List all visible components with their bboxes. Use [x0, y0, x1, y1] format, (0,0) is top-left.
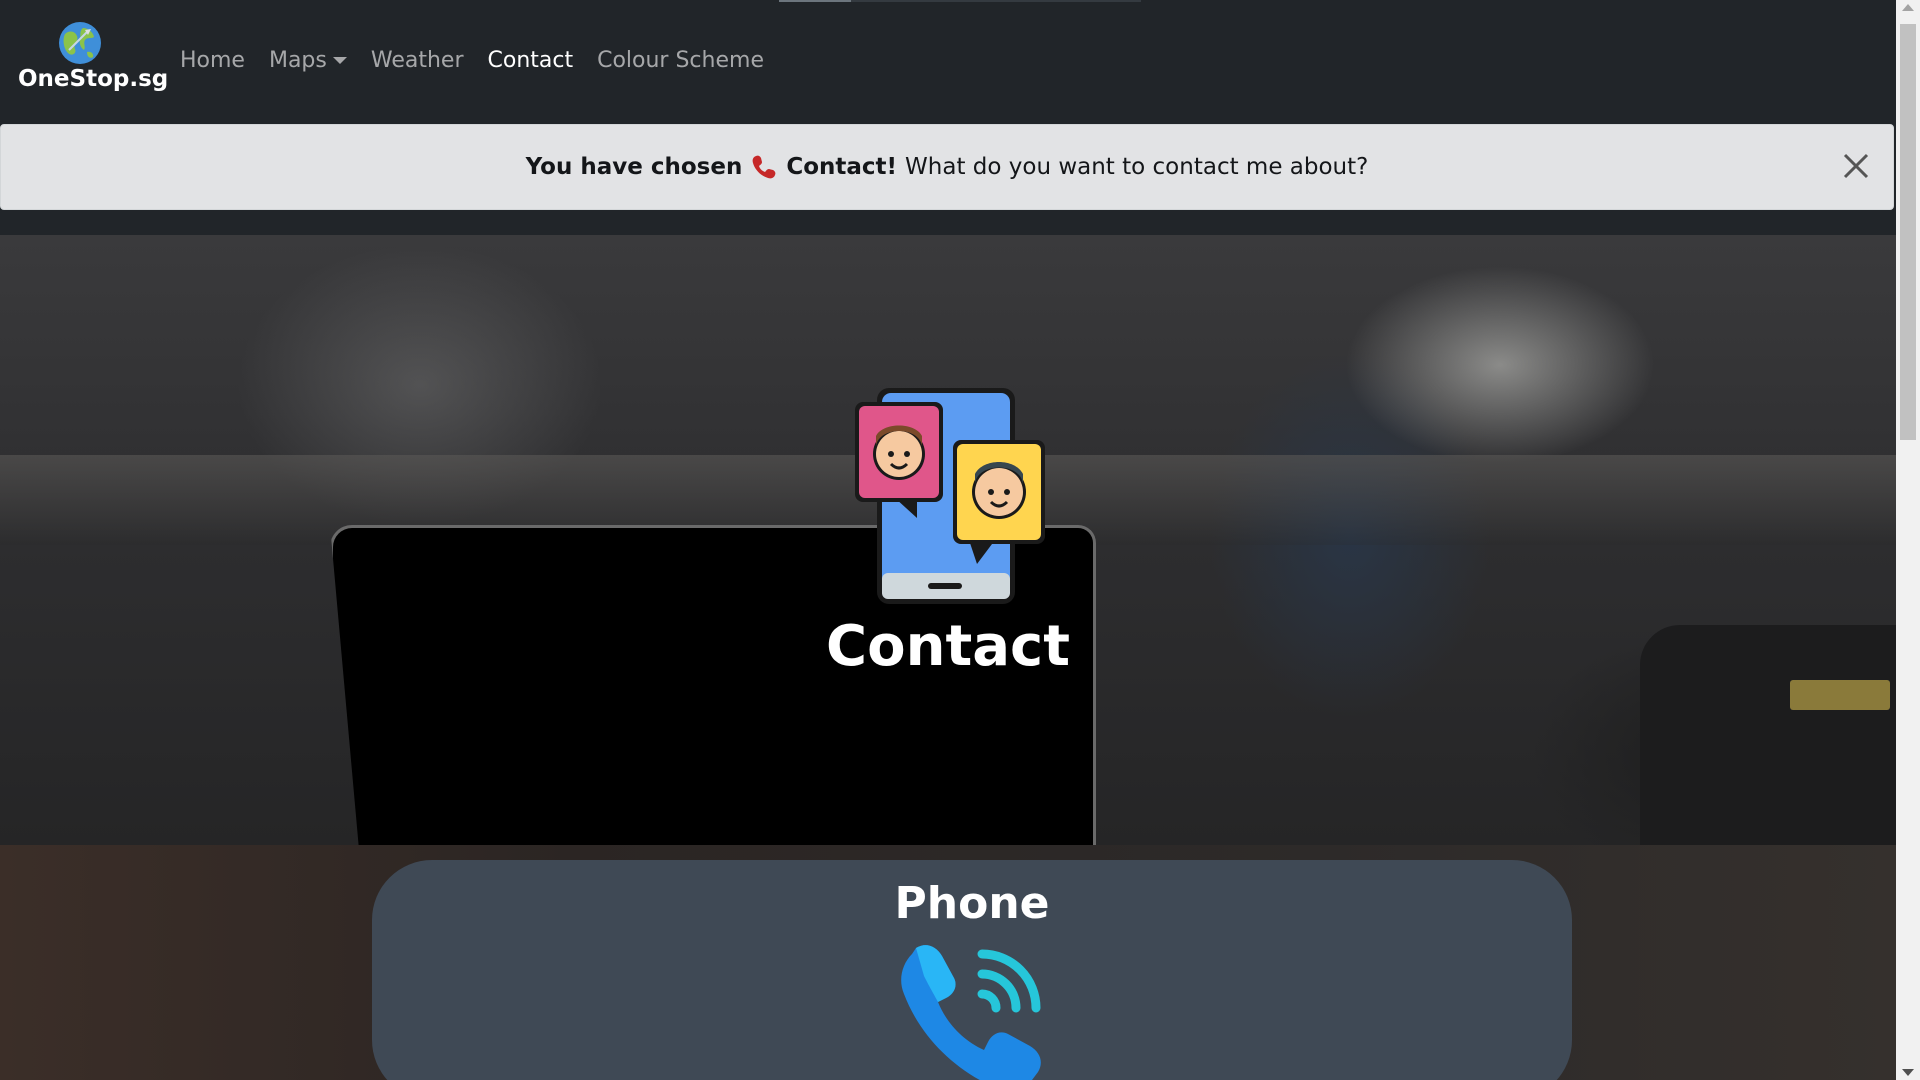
scrollbar-thumb[interactable]: [1900, 24, 1916, 440]
nav-progress-indicator: [779, 0, 851, 2]
nav-link-weather-label: Weather: [370, 48, 464, 73]
nav-link-home[interactable]: Home: [168, 44, 257, 77]
alert-message: What do you want to contact me about?: [905, 154, 1369, 180]
phone-card-title: Phone: [894, 878, 1050, 929]
close-icon[interactable]: [1841, 151, 1871, 181]
globe-icon: [59, 22, 101, 64]
nav-link-maps-dropdown[interactable]: Maps: [257, 44, 359, 77]
scroll-up-arrow-icon[interactable]: [1902, 4, 1914, 11]
nav-link-maps-label: Maps: [268, 48, 327, 73]
hero-title: Contact: [826, 614, 1070, 679]
alert-emphasis: Contact!: [786, 154, 898, 180]
navbar: OneStop.sg Home Maps Weather Contact Col…: [0, 0, 1896, 124]
nav-link-weather[interactable]: Weather: [359, 44, 476, 77]
telephone-receiver-icon: [752, 155, 776, 179]
hero-background-phone-display: [1790, 680, 1890, 710]
brand-link[interactable]: OneStop.sg: [14, 16, 169, 100]
scroll-down-arrow-icon[interactable]: [1902, 1069, 1914, 1076]
nav-links: Home Maps Weather Contact Colour Scheme: [168, 44, 776, 77]
nav-link-contact[interactable]: Contact: [476, 44, 586, 77]
contact-chat-icon: [855, 388, 1045, 604]
nav-progress-track: [851, 0, 1141, 2]
nav-link-home-label: Home: [180, 48, 245, 73]
brand-name: OneStop.sg: [18, 66, 169, 92]
info-alert: You have chosen Contact! What do you wan…: [0, 124, 1894, 210]
alert-prefix: You have chosen: [525, 154, 743, 180]
vertical-scrollbar[interactable]: [1896, 0, 1920, 1080]
nav-link-colour-scheme[interactable]: Colour Scheme: [585, 44, 776, 77]
page: OneStop.sg Home Maps Weather Contact Col…: [0, 0, 1896, 1080]
nav-link-contact-label: Contact: [487, 48, 574, 73]
phone-contact-card[interactable]: Phone: [372, 860, 1572, 1080]
chevron-down-icon: [332, 57, 347, 64]
nav-link-colour-scheme-label: Colour Scheme: [597, 48, 764, 73]
phone-call-icon: [901, 945, 1041, 1080]
